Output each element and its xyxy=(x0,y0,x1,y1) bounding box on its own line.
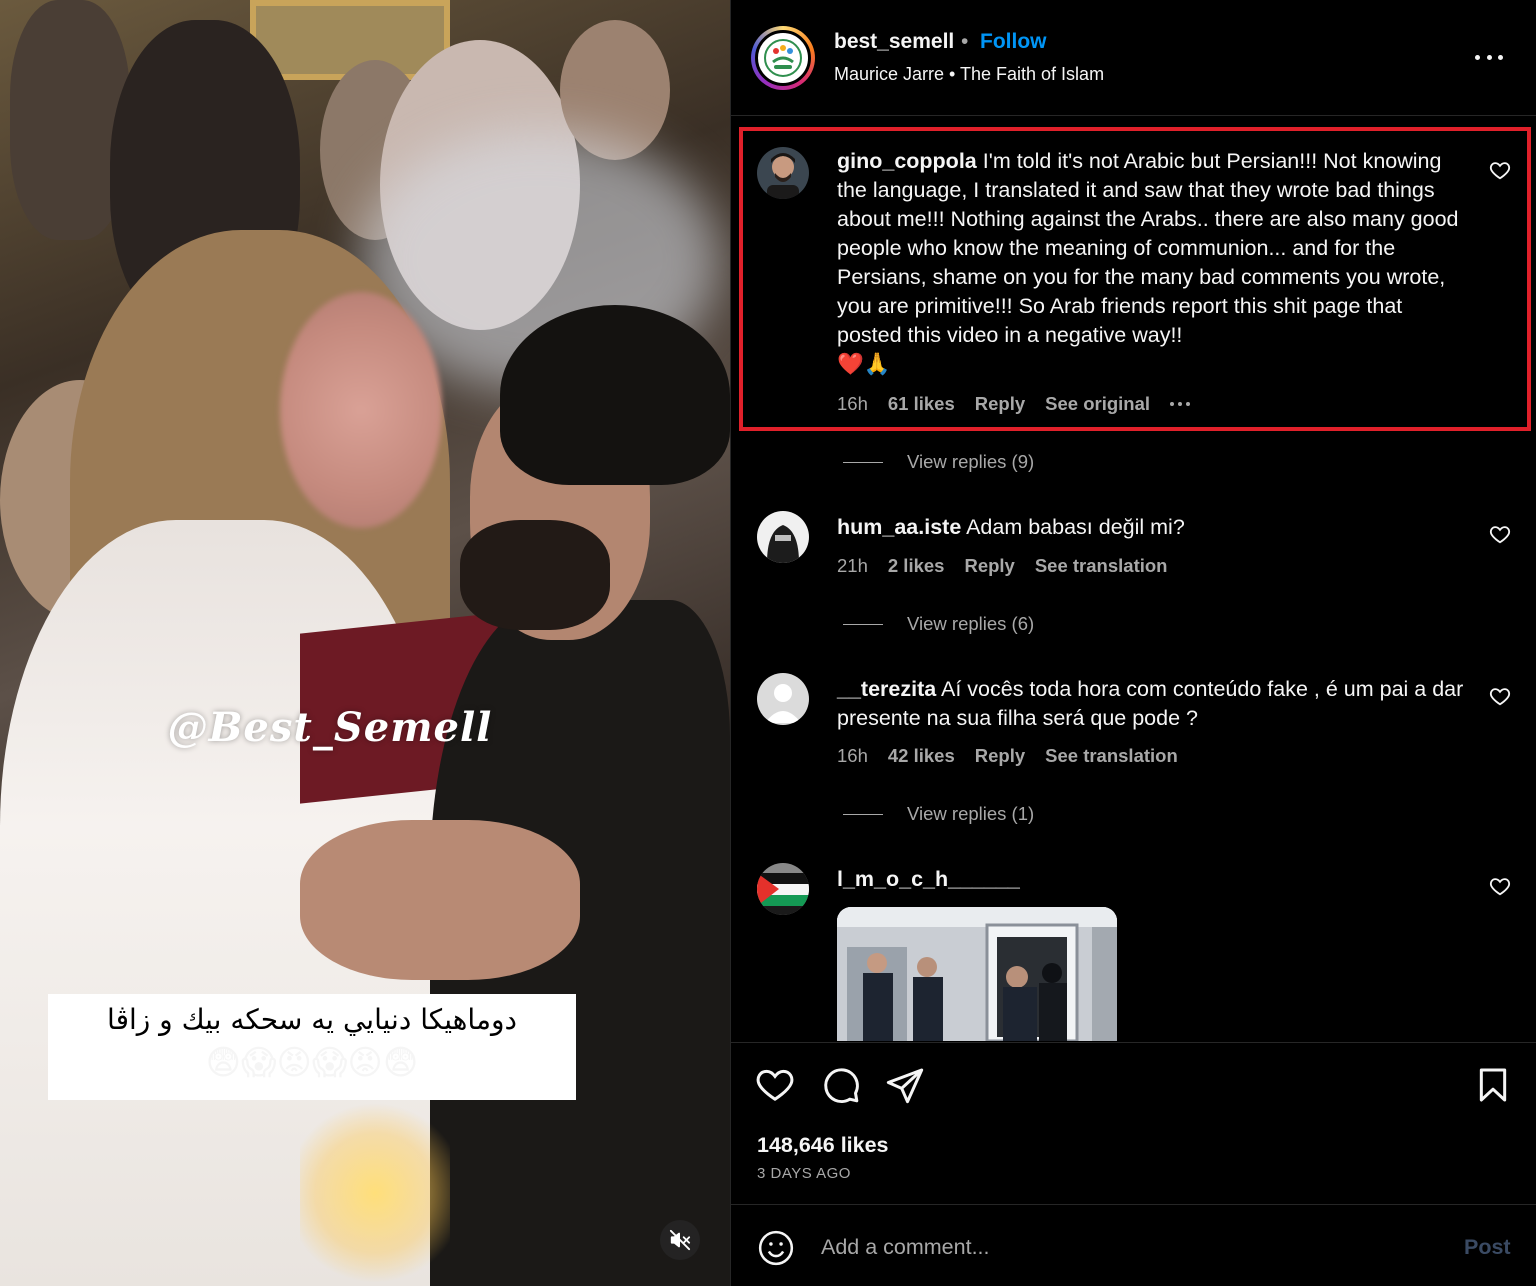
comment-username[interactable]: l_m_o_c_h______ xyxy=(837,867,1020,891)
comment-meta: 16h 42 likes Reply See translation xyxy=(837,745,1178,767)
comments-list[interactable]: gino_coppola I'm told it's not Arabic bu… xyxy=(731,117,1536,1041)
post-actions: 148,646 likes 3 DAYS AGO xyxy=(731,1042,1536,1204)
post-author-username[interactable]: best_semell xyxy=(834,30,954,54)
comment-input[interactable] xyxy=(821,1229,1421,1265)
post-comment-button[interactable]: Post xyxy=(1464,1235,1511,1260)
like-heart-icon[interactable] xyxy=(755,1065,795,1105)
reply-button[interactable]: Reply xyxy=(964,555,1014,577)
commenter-avatar[interactable] xyxy=(757,511,809,563)
comment-time: 16h xyxy=(837,745,868,766)
comment-username[interactable]: gino_coppola xyxy=(837,149,977,173)
mute-button[interactable] xyxy=(660,1220,700,1260)
comment-likes[interactable]: 42 likes xyxy=(888,745,955,767)
profile-logo xyxy=(755,30,811,86)
comment-emoji: ❤️🙏 xyxy=(837,352,891,376)
reply-button[interactable]: Reply xyxy=(975,745,1025,767)
caption-emoji: 😨😱😡😱😡😨 xyxy=(205,1043,419,1083)
see-translation-button[interactable]: See translation xyxy=(1045,745,1178,767)
comment-bubble-icon[interactable] xyxy=(821,1065,861,1105)
man-hair xyxy=(500,305,730,485)
post-timestamp: 3 DAYS AGO xyxy=(757,1165,851,1182)
reply-button[interactable]: Reply xyxy=(975,393,1025,415)
like-comment-heart-icon[interactable] xyxy=(1489,523,1511,545)
blurred-face xyxy=(280,292,442,528)
like-comment-heart-icon[interactable] xyxy=(1489,875,1511,897)
comment-text-block: l_m_o_c_h______ xyxy=(837,865,1467,894)
comment-text: Adam babası değil mi? xyxy=(966,515,1185,539)
like-comment-heart-icon[interactable] xyxy=(1489,159,1511,181)
follow-button[interactable]: Follow xyxy=(980,30,1047,54)
share-send-icon[interactable] xyxy=(885,1065,925,1105)
comment-meta: 16h 61 likes Reply See original xyxy=(837,393,1191,415)
candle-lights xyxy=(300,1100,450,1286)
view-replies-button[interactable]: View replies (1) xyxy=(843,803,1034,825)
view-replies-label: View replies (9) xyxy=(907,451,1035,472)
comment-username[interactable]: __terezita xyxy=(837,677,936,701)
comment-text-block: hum_aa.iste Adam babası değil mi? xyxy=(837,513,1467,542)
avatar-image xyxy=(757,511,809,563)
comment-text: I'm told it's not Arabic but Persian!!! … xyxy=(837,149,1459,347)
comment-time: 16h xyxy=(837,393,868,414)
see-original-button[interactable]: See original xyxy=(1045,393,1150,415)
comment-time: 21h xyxy=(837,555,868,576)
comment-meta: 21h 2 likes Reply See translation xyxy=(837,555,1167,577)
default-avatar-icon xyxy=(757,673,809,725)
post-side-panel: best_semell • Follow Maurice Jarre • The… xyxy=(730,0,1536,1286)
palestine-flag-avatar xyxy=(757,863,809,915)
comment-gif-thumbnail[interactable] xyxy=(837,907,1117,1041)
see-translation-button[interactable]: See translation xyxy=(1035,555,1168,577)
like-comment-heart-icon[interactable] xyxy=(1489,685,1511,707)
audio-track-link[interactable]: Maurice Jarre • The Faith of Islam xyxy=(834,64,1104,85)
more-options-button[interactable] xyxy=(1475,50,1503,64)
comment-username[interactable]: hum_aa.iste xyxy=(837,515,961,539)
post-media[interactable]: @Best_Semell دوماهيكا دنيايي يه سحكه بيك… xyxy=(0,0,730,1286)
view-replies-button[interactable]: View replies (6) xyxy=(843,613,1034,635)
add-comment-bar: Post xyxy=(731,1204,1536,1286)
commenter-avatar[interactable] xyxy=(757,673,809,725)
comment-text-block: gino_coppola I'm told it's not Arabic bu… xyxy=(837,147,1467,379)
more-horizontal-icon xyxy=(1475,54,1480,60)
comment-more-button[interactable] xyxy=(1170,402,1191,406)
commenter-avatar[interactable] xyxy=(757,147,809,199)
profile-avatar[interactable] xyxy=(751,26,815,90)
avatar-image xyxy=(757,147,809,199)
post-header: best_semell • Follow Maurice Jarre • The… xyxy=(731,0,1536,116)
commenter-avatar[interactable] xyxy=(757,863,809,915)
separator-dot: • xyxy=(961,30,969,53)
hands xyxy=(300,820,580,980)
comment-likes[interactable]: 2 likes xyxy=(888,555,945,577)
gif-image xyxy=(837,907,1117,1041)
volume-off-icon xyxy=(669,1229,691,1251)
view-replies-button[interactable]: View replies (9) xyxy=(843,451,1034,473)
caption-text: دوماهيكا دنيايي يه سحكه بيك و زاڤا xyxy=(107,1003,517,1036)
comment-text-block: __terezita Aí vocês toda hora com conteú… xyxy=(837,675,1467,733)
emoji-smiley-icon[interactable] xyxy=(757,1229,795,1267)
comment-likes[interactable]: 61 likes xyxy=(888,393,955,415)
save-bookmark-icon[interactable] xyxy=(1473,1065,1513,1105)
post-likes-count[interactable]: 148,646 likes xyxy=(757,1133,889,1158)
video-watermark: @Best_Semell xyxy=(167,704,493,751)
video-caption: دوماهيكا دنيايي يه سحكه بيك و زاڤا 😨😱😡😱😡… xyxy=(48,994,576,1100)
view-replies-label: View replies (6) xyxy=(907,613,1035,634)
view-replies-label: View replies (1) xyxy=(907,803,1035,824)
man-beard xyxy=(460,520,610,630)
logo-icon xyxy=(764,39,802,77)
